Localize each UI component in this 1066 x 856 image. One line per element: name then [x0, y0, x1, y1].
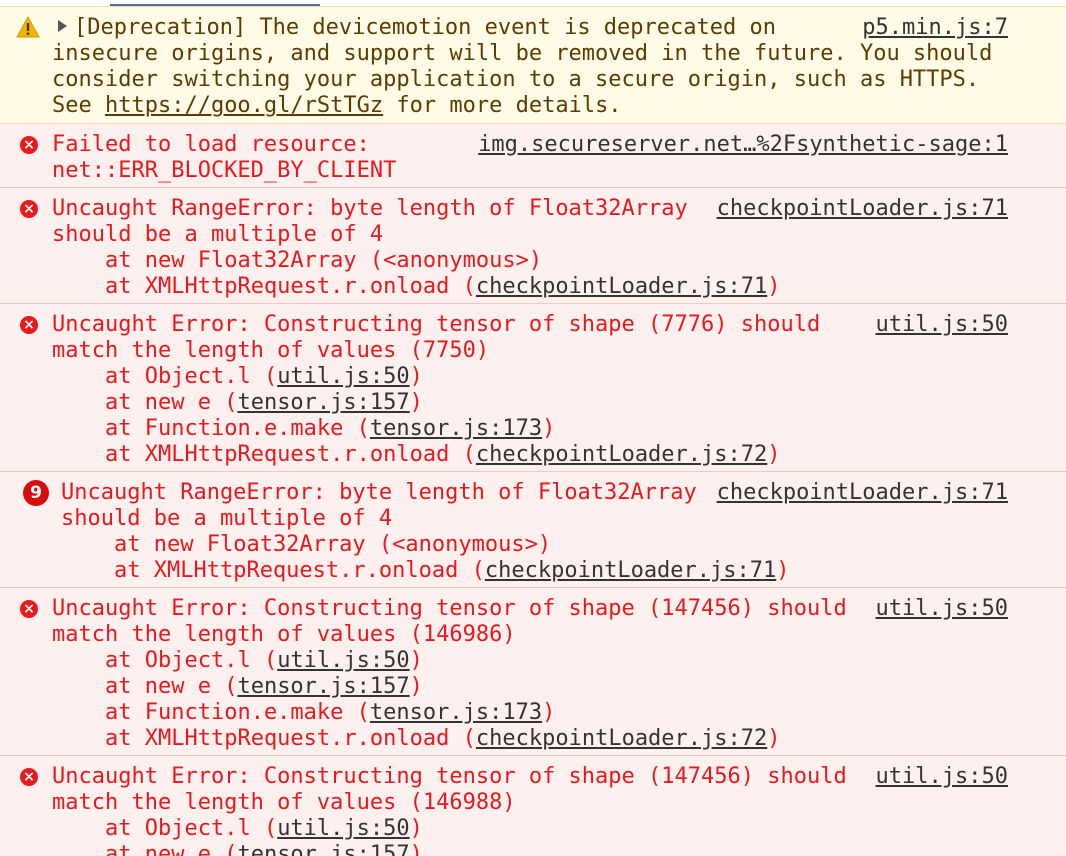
stack-frame-link[interactable]: tensor.js:157	[237, 390, 409, 415]
stack-frame: at new Float32Array (<anonymous>)	[105, 248, 543, 273]
stack-frame-text: at Object.l (	[105, 816, 278, 841]
stack-frame-link[interactable]: checkpointLoader.js:71	[476, 274, 767, 299]
stack-frame: at Function.e.make (tensor.js:173)	[105, 700, 555, 726]
stack-frame: at XMLHttpRequest.r.onload (checkpointLo…	[105, 274, 781, 300]
error-text-line-2: net::ERR_BLOCKED_BY_CLIENT	[52, 158, 397, 183]
stack-frame-text: at new e (	[105, 842, 238, 856]
stack-frame-link[interactable]: util.js:50	[277, 648, 409, 673]
warning-text-details: for more details.	[383, 93, 622, 118]
stack-frame: at new Float32Array (<anonymous>)	[114, 532, 552, 557]
stack-frame-text: at Object.l (	[105, 364, 278, 389]
stack-frame-text: at new e (	[105, 674, 238, 699]
stack-frame-close: )	[542, 700, 556, 725]
stack-frame-link[interactable]: tensor.js:157	[237, 842, 409, 856]
stack-frame-close: )	[409, 648, 423, 673]
error-source-link[interactable]: util.js:50	[876, 764, 1008, 790]
warning-text-line-4: See https://goo.gl/rStTGz for more detai…	[52, 93, 622, 119]
stack-frame-text: at XMLHttpRequest.r.onload (	[105, 726, 476, 751]
stack-frame: at new e (tensor.js:157)	[105, 390, 423, 416]
error-text-line-2: should be a multiple of 4	[52, 222, 384, 247]
stack-frame: at XMLHttpRequest.r.onload (checkpointLo…	[105, 442, 781, 468]
stack-frame: at Object.l (util.js:50)	[105, 816, 423, 842]
stack-frame: at Object.l (util.js:50)	[105, 648, 423, 674]
stack-frame-link[interactable]: tensor.js:173	[370, 416, 542, 441]
stack-frame: at Function.e.make (tensor.js:173)	[105, 416, 555, 442]
warning-text-see: See	[52, 93, 105, 118]
stack-frame-text: at XMLHttpRequest.r.onload (	[114, 558, 485, 583]
error-source-link[interactable]: util.js:50	[876, 596, 1008, 622]
error-source-link[interactable]: util.js:50	[876, 312, 1008, 338]
warning-triangle-icon	[16, 16, 40, 38]
stack-frame-link[interactable]: checkpointLoader.js:71	[485, 558, 776, 583]
stack-frame-close: )	[409, 390, 423, 415]
stack-frame: at new e (tensor.js:157)	[105, 842, 423, 856]
error-source-link[interactable]: checkpointLoader.js:71	[717, 196, 1008, 222]
console-error-message[interactable]: × Uncaught Error: Constructing tensor of…	[0, 588, 1066, 756]
error-text-line-2: should be a multiple of 4	[61, 506, 393, 531]
stack-frame-text: at Function.e.make (	[105, 416, 370, 441]
error-text-line-2: match the length of values (146986)	[52, 622, 516, 647]
stack-frame: at XMLHttpRequest.r.onload (checkpointLo…	[105, 726, 781, 752]
warning-source-link[interactable]: p5.min.js:7	[862, 15, 1008, 41]
stack-frame-text: at Object.l (	[105, 648, 278, 673]
error-text-line-2: match the length of values (7750)	[52, 338, 490, 363]
console-error-message-grouped[interactable]: 9 Uncaught RangeError: byte length of Fl…	[0, 472, 1066, 588]
warning-text-line-1: [Deprecation] The devicemotion event is …	[74, 15, 776, 40]
error-source-link[interactable]: checkpointLoader.js:71	[717, 480, 1008, 506]
stack-frame-close: )	[409, 674, 423, 699]
error-text-line-1: Uncaught Error: Constructing tensor of s…	[52, 312, 821, 337]
repeat-count-badge: 9	[23, 480, 49, 506]
stack-frame-close: )	[542, 416, 556, 441]
stack-frame-text: at Function.e.make (	[105, 700, 370, 725]
console-error-message[interactable]: × Uncaught RangeError: byte length of Fl…	[0, 188, 1066, 304]
stack-frame-close: )	[409, 816, 423, 841]
console-warning-message[interactable]: [Deprecation] The devicemotion event is …	[0, 6, 1066, 124]
stack-frame-link[interactable]: checkpointLoader.js:72	[476, 442, 767, 467]
error-text-line-1: Uncaught RangeError: byte length of Floa…	[52, 196, 688, 221]
error-text-line-1: Failed to load resource:	[52, 132, 370, 157]
warning-docs-link[interactable]: https://goo.gl/rStTGz	[105, 93, 383, 118]
stack-frame-close: )	[409, 364, 423, 389]
stack-frame-close: )	[767, 442, 781, 467]
error-text-line-1: Uncaught Error: Constructing tensor of s…	[52, 596, 847, 621]
stack-frame-text: at XMLHttpRequest.r.onload (	[105, 274, 476, 299]
stack-frame-link[interactable]: tensor.js:157	[237, 674, 409, 699]
console-error-message[interactable]: × Uncaught Error: Constructing tensor of…	[0, 756, 1066, 856]
stack-frame-link[interactable]: util.js:50	[277, 364, 409, 389]
expand-triangle-icon[interactable]	[58, 20, 67, 32]
stack-frame: at XMLHttpRequest.r.onload (checkpointLo…	[114, 558, 790, 584]
error-source-link[interactable]: img.secureserver.net…%2Fsynthetic-sage:1	[478, 132, 1008, 158]
stack-frame-text: at XMLHttpRequest.r.onload (	[105, 442, 476, 467]
stack-frame-text: at new e (	[105, 390, 238, 415]
stack-frame-close: )	[409, 842, 423, 856]
error-circle-icon: ×	[20, 316, 38, 334]
stack-frame: at Object.l (util.js:50)	[105, 364, 423, 390]
stack-frame-link[interactable]: util.js:50	[277, 816, 409, 841]
error-text-line-2: match the length of values (146988)	[52, 790, 516, 815]
stack-frame-link[interactable]: checkpointLoader.js:72	[476, 726, 767, 751]
stack-frame-close: )	[767, 726, 781, 751]
devtools-console: [Deprecation] The devicemotion event is …	[0, 0, 1066, 856]
warning-text-line-2: insecure origins, and support will be re…	[52, 41, 993, 66]
error-circle-icon: ×	[20, 768, 38, 786]
console-error-message[interactable]: × Uncaught Error: Constructing tensor of…	[0, 304, 1066, 472]
stack-frame-close: )	[767, 274, 781, 299]
error-circle-icon: ×	[20, 136, 38, 154]
console-error-message[interactable]: × Failed to load resource: img.secureser…	[0, 124, 1066, 188]
error-text-line-1: Uncaught Error: Constructing tensor of s…	[52, 764, 847, 789]
warning-text-line-3: consider switching your application to a…	[52, 67, 980, 92]
stack-frame-close: )	[776, 558, 790, 583]
error-circle-icon: ×	[20, 600, 38, 618]
stack-frame-link[interactable]: tensor.js:173	[370, 700, 542, 725]
error-circle-icon: ×	[20, 200, 38, 218]
stack-frame: at new e (tensor.js:157)	[105, 674, 423, 700]
error-text-line-1: Uncaught RangeError: byte length of Floa…	[61, 480, 697, 505]
